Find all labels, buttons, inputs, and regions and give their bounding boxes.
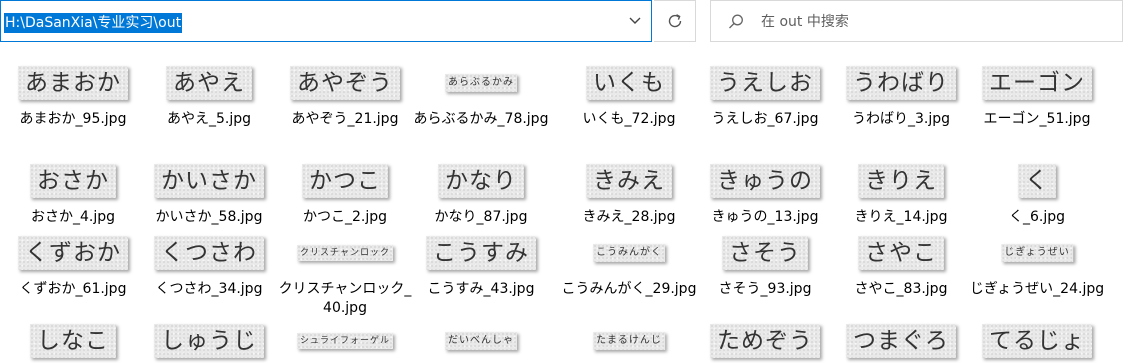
file-name[interactable]: あらぶるかみ_78.jpg xyxy=(412,110,550,129)
file-name[interactable]: きりえ_14.jpg xyxy=(832,208,970,227)
file-thumbnail[interactable]: あやぞう xyxy=(290,66,400,100)
file-thumbnail[interactable]: きりえ xyxy=(858,164,944,198)
file-thumbnail[interactable]: く xyxy=(1018,164,1056,198)
file-thumbnail[interactable]: だいべんしゃ xyxy=(445,332,517,350)
refresh-icon xyxy=(668,14,681,28)
file-name[interactable]: いくも_72.jpg xyxy=(560,110,698,129)
file-thumbnail[interactable]: きゅうの xyxy=(710,164,820,198)
file-thumbnail[interactable]: さやこ xyxy=(858,236,944,270)
file-name[interactable]: こうすみ_43.jpg xyxy=(412,280,550,299)
file-name[interactable]: うえしお_67.jpg xyxy=(696,110,834,129)
file-name[interactable]: うわばり_3.jpg xyxy=(832,110,970,129)
file-thumbnail[interactable]: おさか xyxy=(30,164,116,198)
file-thumbnail[interactable]: かなり xyxy=(438,164,524,198)
file-thumbnail[interactable]: くつさわ xyxy=(154,236,264,270)
file-thumbnail[interactable]: うえしお xyxy=(710,66,820,100)
refresh-button[interactable] xyxy=(654,0,696,42)
file-thumbnail[interactable]: きみえ xyxy=(586,164,672,198)
file-name[interactable]: あまおか_95.jpg xyxy=(4,110,142,129)
file-thumbnail[interactable]: いくも xyxy=(586,66,672,100)
file-name[interactable]: きゅうの_13.jpg xyxy=(696,208,834,227)
search-box[interactable]: 在 out 中搜索 xyxy=(710,0,1123,42)
file-thumbnail[interactable]: てるじょ xyxy=(982,324,1092,358)
address-path[interactable]: H:\DaSanXia\专业实习\out xyxy=(4,13,183,33)
file-name[interactable]: おさか_4.jpg xyxy=(4,208,142,227)
search-placeholder: 在 out 中搜索 xyxy=(761,14,849,30)
file-thumbnail[interactable]: ためぞう xyxy=(710,324,820,358)
file-thumbnail[interactable]: たまるけんじ xyxy=(593,332,665,350)
file-thumbnail[interactable]: うわばり xyxy=(846,66,956,100)
file-thumbnail[interactable]: こうすみ xyxy=(426,236,536,270)
file-name[interactable]: くつさわ_34.jpg xyxy=(140,280,278,299)
file-name[interactable]: さやこ_83.jpg xyxy=(832,280,970,299)
file-thumbnail[interactable]: じぎょうぜい xyxy=(1001,244,1073,262)
file-thumbnail[interactable]: エーゴン xyxy=(982,66,1092,100)
file-name[interactable]: あやぞう_21.jpg xyxy=(276,110,414,129)
file-thumbnail[interactable]: あやえ xyxy=(166,66,252,100)
file-name[interactable]: こうみんがく_29.jpg xyxy=(560,280,698,299)
address-bar[interactable]: H:\DaSanXia\专业实习\out xyxy=(0,0,652,42)
file-name[interactable]: く_6.jpg xyxy=(968,208,1106,227)
file-thumbnail[interactable]: くずおか xyxy=(18,236,128,270)
file-name[interactable]: エーゴン_51.jpg xyxy=(968,110,1106,129)
search-icon xyxy=(729,14,743,29)
file-thumbnail[interactable]: かつこ xyxy=(302,164,388,198)
file-name[interactable]: あやえ_5.jpg xyxy=(140,110,278,129)
file-name[interactable]: かつこ_2.jpg xyxy=(276,208,414,227)
file-thumbnail[interactable]: しゅうじ xyxy=(154,324,264,358)
file-thumbnail[interactable]: かいさか xyxy=(154,164,264,198)
file-name[interactable]: かいさか_58.jpg xyxy=(140,208,278,227)
file-thumbnail[interactable]: あまおか xyxy=(18,66,128,100)
file-name[interactable]: じぎょうぜい_24.jpg xyxy=(968,280,1106,299)
file-thumbnail[interactable]: シュライフォーゲル xyxy=(297,333,393,349)
file-name[interactable]: くずおか_61.jpg xyxy=(4,280,142,299)
chevron-down-icon[interactable] xyxy=(625,11,645,31)
file-thumbnail[interactable]: クリスチャンロック xyxy=(297,245,393,261)
file-name[interactable]: クリスチャンロック_40.jpg xyxy=(276,280,414,318)
file-thumbnail[interactable]: こうみんがく xyxy=(593,244,665,262)
file-thumbnail[interactable]: つまぐろ xyxy=(846,324,956,358)
file-name[interactable]: さそう_93.jpg xyxy=(696,280,834,299)
toolbar: H:\DaSanXia\专业实习\out 在 out 中搜索 xyxy=(0,0,1123,46)
file-thumbnail[interactable]: あらぶるかみ xyxy=(445,74,517,92)
file-name[interactable]: かなり_87.jpg xyxy=(412,208,550,227)
file-thumbnail[interactable]: さそう xyxy=(722,236,808,270)
file-name[interactable]: きみえ_28.jpg xyxy=(560,208,698,227)
file-thumbnail[interactable]: しなこ xyxy=(30,324,116,358)
